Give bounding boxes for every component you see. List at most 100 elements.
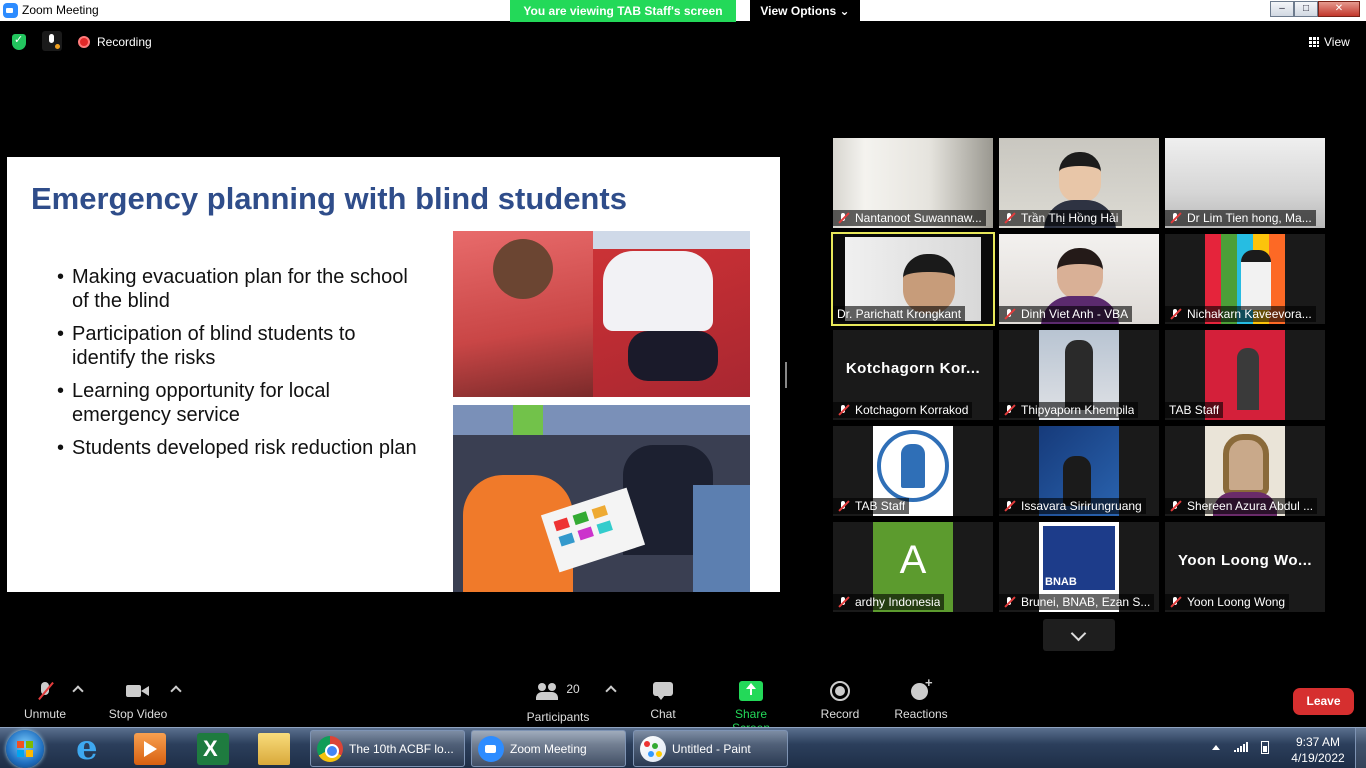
show-desktop-button[interactable] (1355, 728, 1366, 768)
muted-mic-icon (1169, 596, 1181, 608)
muted-mic-icon (1003, 500, 1015, 512)
participant-name: TAB Staff (855, 499, 906, 513)
reactions-button[interactable]: Reactions (893, 675, 949, 721)
file-explorer-icon[interactable] (258, 733, 290, 765)
clock-time: 9:37 AM (1295, 735, 1341, 749)
zoom-icon (478, 735, 504, 762)
bullet-item: Learning opportunity for local emergency… (57, 379, 417, 427)
record-label: Record (820, 707, 860, 721)
windows-start-icon[interactable] (6, 730, 44, 768)
unmute-label: Unmute (23, 707, 67, 721)
muted-mic-icon (1169, 212, 1181, 224)
participants-icon (536, 681, 560, 701)
record-button[interactable]: Record (818, 681, 862, 721)
windows-taskbar: The 10th ACBF lo... Zoom Meeting Untitle… (0, 727, 1366, 768)
muted-mic-icon (1003, 212, 1015, 224)
taskbar-item-chrome[interactable]: The 10th ACBF lo... (310, 730, 465, 767)
participant-tile[interactable]: Dinh Viet Anh - VBA (999, 234, 1159, 324)
participant-tile[interactable]: Nantanoot Suwannaw... (833, 138, 993, 228)
bullet-item: Participation of blind students to ident… (57, 322, 417, 370)
participant-tile[interactable]: Kotchagorn Kor... Kotchagorn Korrakod (833, 330, 993, 420)
participant-tile[interactable]: BNAB Brunei, BNAB, Ezan S... (999, 522, 1159, 612)
unmute-button[interactable]: Unmute (20, 681, 70, 721)
clock-date: 4/19/2022 (1291, 751, 1345, 765)
taskbar-item-zoom[interactable]: Zoom Meeting (471, 730, 626, 767)
muted-mic-icon (1003, 404, 1015, 416)
stop-video-button[interactable]: Stop Video (105, 681, 171, 721)
muted-mic-icon (837, 404, 849, 416)
network-signal-icon[interactable] (1234, 742, 1248, 752)
battery-icon[interactable] (1261, 741, 1269, 754)
recording-label: Recording (97, 35, 152, 49)
bullet-item: Students developed risk reduction plan (57, 436, 417, 460)
muted-mic-icon (837, 212, 849, 224)
show-hidden-icons-caret[interactable] (1212, 745, 1220, 750)
audio-options-caret[interactable] (72, 685, 84, 697)
participant-tile[interactable]: TAB Staff (1165, 330, 1325, 420)
participants-options-caret[interactable] (605, 685, 617, 697)
view-button[interactable]: View (1309, 35, 1350, 49)
muted-mic-icon (1169, 500, 1181, 512)
view-options-label: View Options (760, 4, 837, 18)
participant-display-name: Kotchagorn Kor... (845, 360, 981, 377)
paint-icon (640, 735, 666, 762)
participant-name: Nichakarn Kaveevora... (1187, 307, 1312, 321)
stop-video-label: Stop Video (108, 707, 168, 721)
close-button[interactable]: ✕ (1318, 1, 1360, 17)
view-label: View (1324, 35, 1350, 49)
participant-name: ardhy Indonesia (855, 595, 941, 609)
split-view-drag-handle[interactable] (785, 362, 787, 388)
reactions-label: Reactions (894, 707, 948, 721)
leave-meeting-button[interactable]: Leave (1293, 688, 1354, 715)
participant-tile[interactable]: TAB Staff (833, 426, 993, 516)
view-options-menu[interactable]: View Options ⌄ (750, 0, 860, 22)
gallery-next-page-button[interactable] (1043, 619, 1115, 651)
video-camera-icon (126, 681, 150, 701)
participant-name: Thipyaporn Khempila (1021, 403, 1135, 417)
video-options-caret[interactable] (170, 685, 182, 697)
participant-tile[interactable]: Nichakarn Kaveevora... (1165, 234, 1325, 324)
record-icon (828, 681, 852, 701)
zoom-app-icon (3, 3, 18, 18)
emoji-reaction-icon (909, 675, 933, 701)
chevron-down-icon: ⌄ (839, 4, 850, 18)
participant-name: Shereen Azura Abdul ... (1187, 499, 1314, 513)
encryption-shield-icon[interactable] (12, 33, 26, 50)
photo-emergency-training (453, 231, 750, 397)
participant-name: Dr Lim Tien hong, Ma... (1187, 211, 1312, 225)
participant-name: TAB Staff (1169, 403, 1220, 417)
participant-tile[interactable]: Issavara Sirirungruang (999, 426, 1159, 516)
internet-explorer-icon[interactable] (73, 728, 105, 768)
participant-tile[interactable]: Thipyaporn Khempila (999, 330, 1159, 420)
participant-tile[interactable]: Shereen Azura Abdul ... (1165, 426, 1325, 516)
minimize-button[interactable]: – (1270, 1, 1294, 17)
participant-tile[interactable]: Dr Lim Tien hong, Ma... (1165, 138, 1325, 228)
participant-display-name: Yoon Loong Wo... (1177, 552, 1313, 569)
excel-icon[interactable] (197, 733, 229, 765)
audio-status-icon[interactable] (42, 31, 62, 51)
taskbar-item-label: Untitled - Paint (672, 741, 751, 756)
bullet-item: Making evacuation plan for the school of… (57, 265, 417, 313)
participant-name: Trần Thị Hồng Hải (1021, 211, 1119, 225)
slide-bullet-list: Making evacuation plan for the school of… (57, 265, 417, 469)
chat-label: Chat (650, 707, 676, 721)
organization-logo: BNAB (1045, 576, 1077, 588)
participant-tile[interactable]: Yoon Loong Wo... Yoon Loong Wong (1165, 522, 1325, 612)
window-controls: – □ ✕ (1270, 1, 1360, 18)
maximize-button[interactable]: □ (1294, 1, 1318, 17)
participant-tile[interactable]: A ardhy Indonesia (833, 522, 993, 612)
avatar-letter: A (899, 538, 927, 582)
window-title: Zoom Meeting (22, 3, 99, 17)
muted-mic-icon (1169, 308, 1181, 320)
participant-name: Kotchagorn Korrakod (855, 403, 969, 417)
media-player-icon[interactable] (134, 733, 166, 765)
participant-tile[interactable]: Trần Thị Hồng Hải (999, 138, 1159, 228)
chat-button[interactable]: Chat (645, 681, 681, 721)
taskbar-item-paint[interactable]: Untitled - Paint (633, 730, 788, 767)
participants-button[interactable]: 20 Participants (525, 681, 591, 724)
muted-mic-icon (1003, 308, 1015, 320)
grid-view-icon (1309, 37, 1319, 47)
participant-tile-active-speaker[interactable]: Dr. Parichatt Krongkant (831, 232, 995, 326)
participant-name: Brunei, BNAB, Ezan S... (1021, 595, 1151, 609)
system-clock[interactable]: 9:37 AM 4/19/2022 (1283, 734, 1353, 766)
